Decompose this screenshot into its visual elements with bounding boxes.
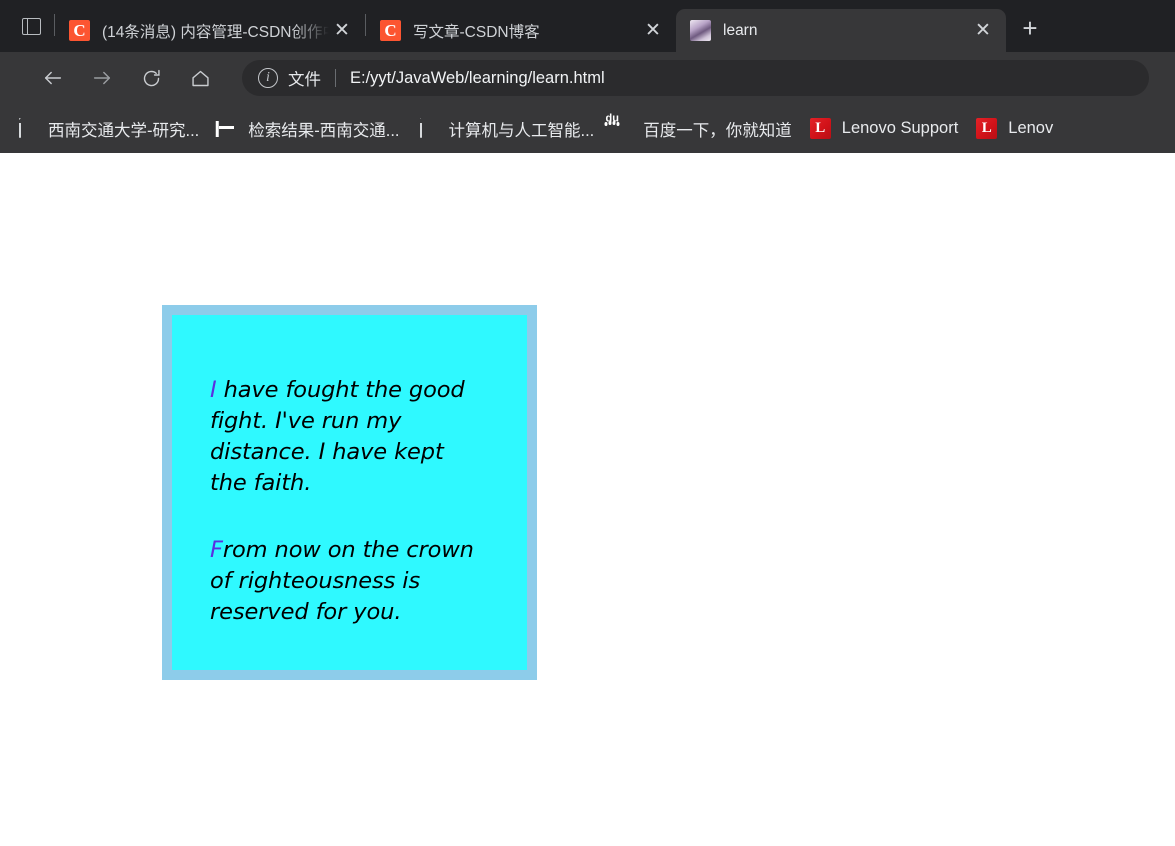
tab-title: (14条消息) 内容管理-CSDN创作中心	[102, 23, 329, 41]
tab-actions-button[interactable]	[14, 9, 48, 43]
bookmark-label: 检索结果-西南交通...	[248, 121, 400, 140]
bookmark-label: Lenov	[1008, 119, 1054, 137]
lenovo-icon: L	[976, 118, 998, 139]
page-content: I have fought the good fight. I've run m…	[0, 153, 1175, 846]
reload-icon	[143, 69, 160, 86]
bookmark-item-5[interactable]: L Lenov	[967, 113, 1062, 145]
bookmark-label: 计算机与人工智能...	[448, 121, 595, 140]
home-icon	[191, 70, 209, 86]
reload-button[interactable]	[132, 59, 170, 97]
forward-arrow-icon	[93, 71, 111, 85]
csdn-icon: C	[69, 20, 90, 41]
bookmark-label: 西南交通大学-研究...	[48, 121, 200, 140]
address-url-text[interactable]: E:/yyt/JavaWeb/learning/learn.html	[350, 69, 605, 88]
bookmark-item-1[interactable]: 检索结果-西南交通...	[208, 113, 408, 145]
page-icon	[17, 117, 37, 139]
bookmark-label: Lenovo Support	[841, 119, 959, 137]
quote-paragraph-2: From now on the crown of righteousness i…	[210, 537, 474, 625]
browser-tab-3-active[interactable]: learn ✕	[676, 9, 1006, 52]
tab-title: learn	[723, 21, 758, 39]
forward-button[interactable]	[83, 59, 121, 97]
tab-title: 写文章-CSDN博客	[413, 23, 540, 41]
new-tab-button[interactable]: +	[1012, 11, 1048, 47]
browser-window: C (14条消息) 内容管理-CSDN创作中心 ✕ C 写文章-CSDN博客 ✕…	[0, 0, 1175, 846]
split-screen-icon	[21, 17, 41, 35]
browser-toolbar: i 文件 E:/yyt/JavaWeb/learning/learn.html	[0, 52, 1175, 104]
photo-favicon	[690, 20, 711, 41]
quote-box: I have fought the good fight. I've run m…	[162, 305, 537, 680]
tab-strip: C (14条消息) 内容管理-CSDN创作中心 ✕ C 写文章-CSDN博客 ✕…	[0, 0, 1175, 52]
browser-tab-2[interactable]: C 写文章-CSDN博客 ✕	[366, 9, 676, 52]
bookmark-item-2[interactable]: 计算机与人工智能...	[409, 113, 604, 145]
tab-close-button[interactable]: ✕	[970, 18, 996, 44]
address-scheme-label: 文件	[288, 71, 321, 89]
tab-close-button[interactable]: ✕	[329, 18, 355, 44]
info-circle-icon[interactable]: i	[258, 68, 278, 88]
quote-paragraph-1: I have fought the good fight. I've run m…	[210, 377, 465, 496]
bookmark-label: 百度一下，你就知道	[643, 121, 792, 140]
baidu-paw-icon: du	[604, 112, 620, 126]
shield-icon	[217, 119, 237, 139]
bookmark-item-4[interactable]: L Lenovo Support	[801, 113, 968, 145]
address-divider	[335, 69, 336, 87]
home-button[interactable]	[181, 59, 219, 97]
browser-tab-1[interactable]: C (14条消息) 内容管理-CSDN创作中心 ✕	[55, 9, 365, 52]
bookmark-item-0[interactable]: 西南交通大学-研究...	[8, 113, 208, 145]
lenovo-icon: L	[809, 118, 831, 139]
bookmark-item-3[interactable]: du 百度一下，你就知道	[603, 113, 801, 145]
csdn-icon: C	[380, 20, 401, 41]
bookmarks-bar: 西南交通大学-研究... 检索结果-西南交通... 计算机与人工智能... du…	[0, 104, 1175, 153]
tab-close-button[interactable]: ✕	[640, 18, 666, 44]
back-arrow-icon	[44, 71, 62, 85]
address-bar[interactable]: i 文件 E:/yyt/JavaWeb/learning/learn.html	[242, 60, 1149, 96]
page-icon	[418, 117, 438, 139]
back-button[interactable]	[34, 59, 72, 97]
